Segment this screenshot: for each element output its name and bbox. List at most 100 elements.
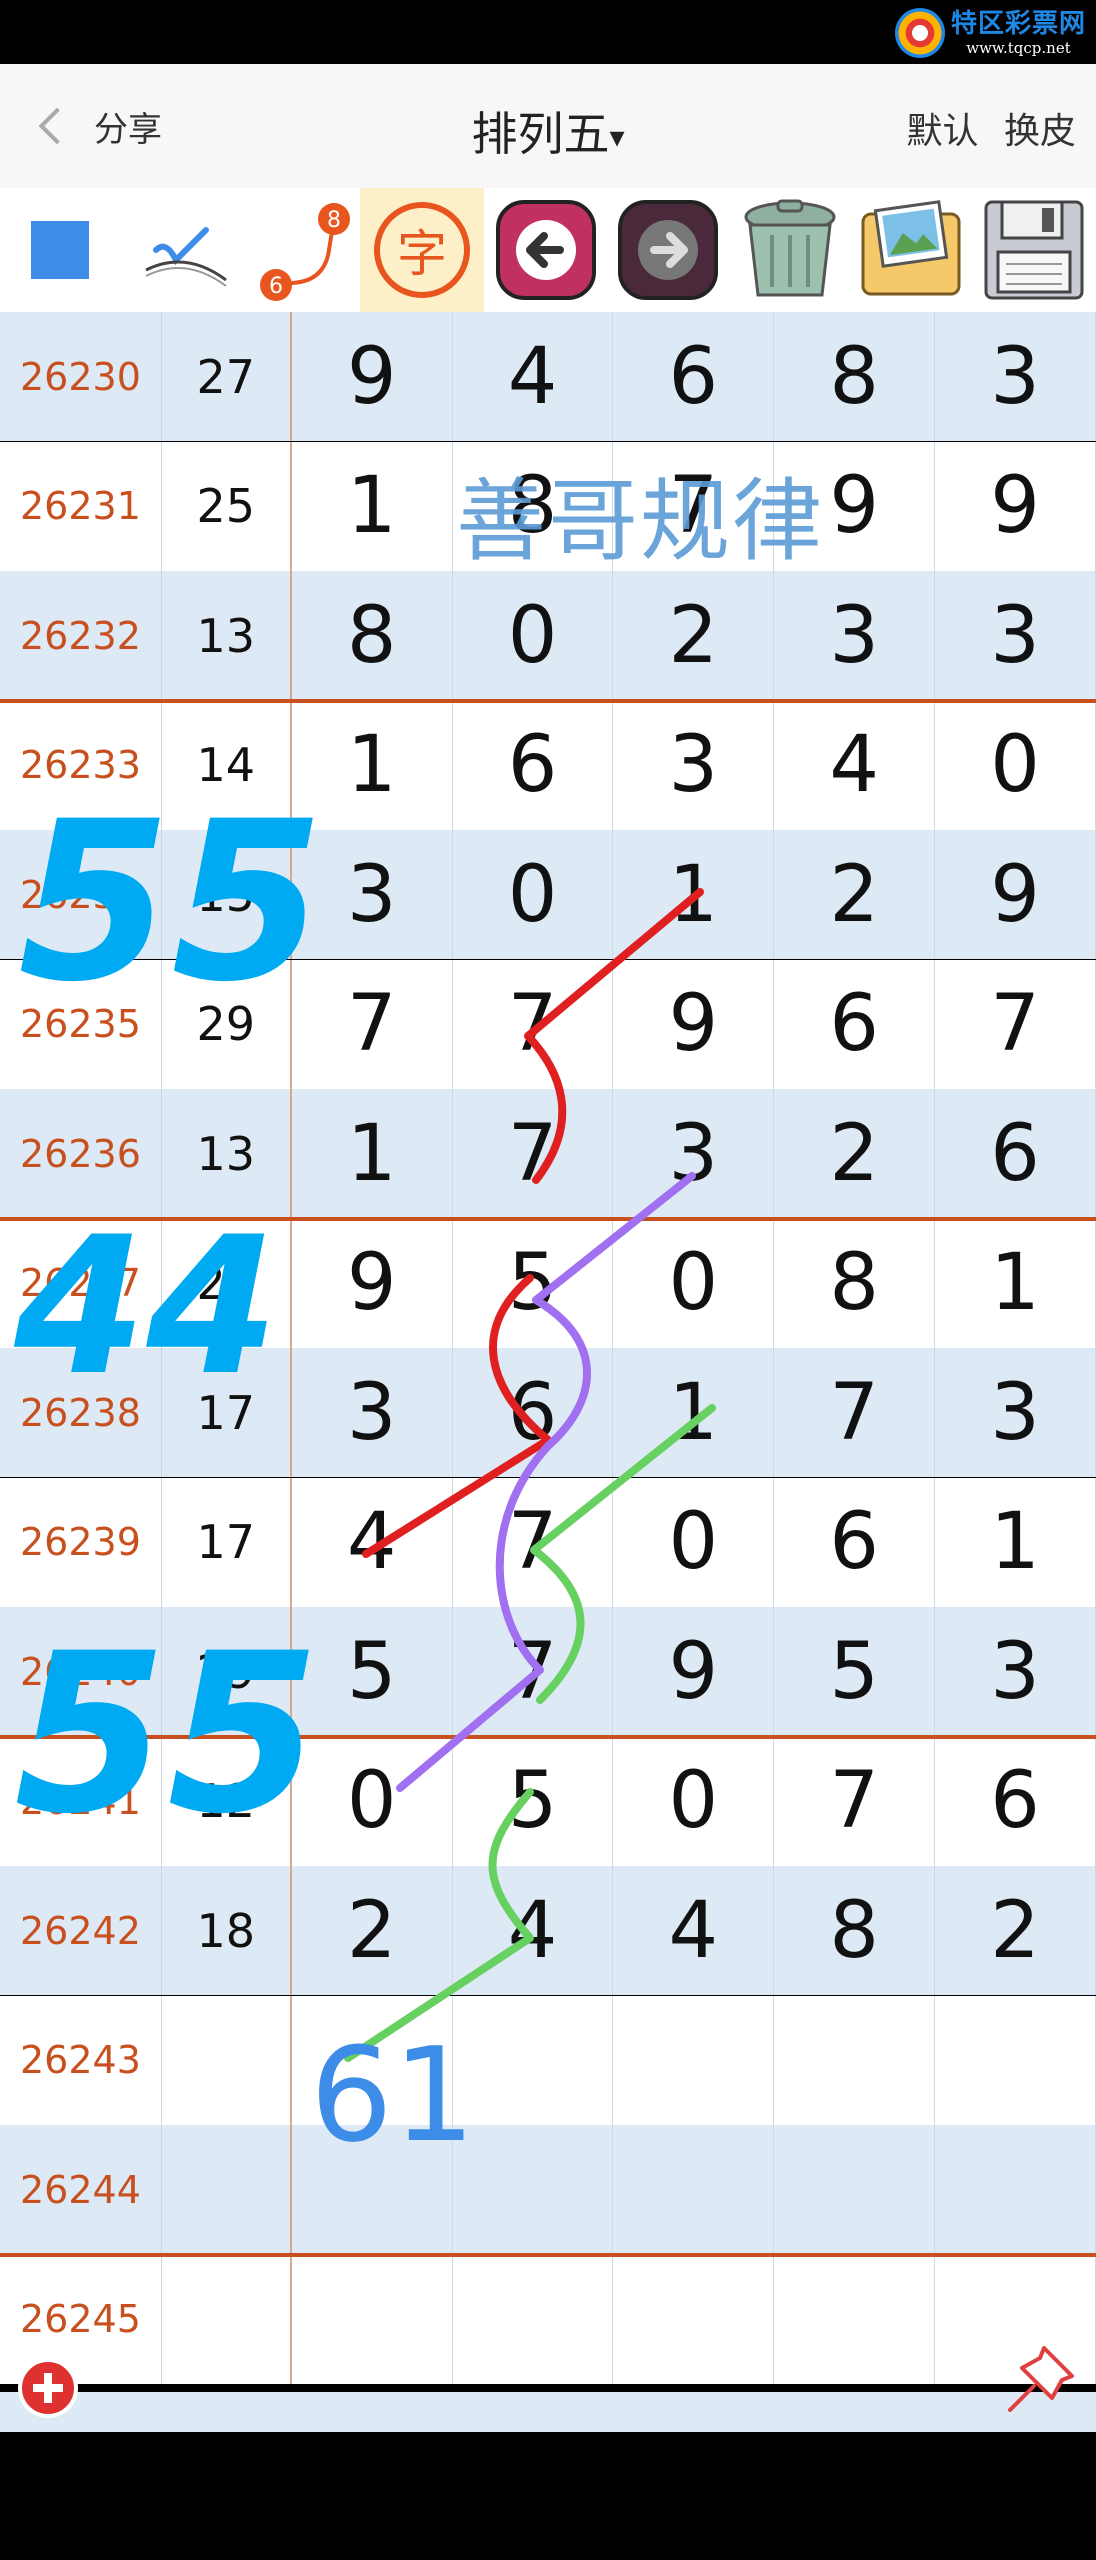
default-button[interactable]: 默认 [907,111,979,152]
digit-cell[interactable]: 1 [292,441,453,571]
digit-cell[interactable]: 2 [613,571,775,700]
album-button[interactable] [850,188,972,312]
digit-cell[interactable]: 3 [774,571,936,700]
digit-cell[interactable]: 7 [774,1736,936,1866]
save-button[interactable] [972,188,1096,312]
digit-cell[interactable]: 0 [613,1477,775,1607]
digit-cell[interactable]: 2 [774,830,936,959]
digit-cell[interactable]: 0 [613,1218,775,1348]
digit-cell[interactable] [613,1995,775,2125]
digit-cell[interactable]: 4 [453,1866,614,1995]
digit-cell[interactable]: 2 [935,1866,1096,1995]
table-row[interactable]: 26235 29 7 7 9 6 7 [0,959,1096,1089]
table-row[interactable]: 26231 25 1 8 7 9 9 [0,441,1096,571]
digit-cell[interactable] [292,1995,453,2125]
digit-cell[interactable]: 5 [292,1607,453,1736]
table-row[interactable]: 26243 [0,1995,1096,2125]
digit-cell[interactable] [453,1995,614,2125]
digit-cell[interactable]: 1 [935,1218,1096,1348]
change-skin-button[interactable]: 换皮 [1004,111,1076,152]
digit-cell[interactable]: 2 [292,1866,453,1995]
digit-cell[interactable]: 3 [935,312,1096,441]
digit-cell[interactable]: 9 [613,959,775,1089]
digit-cell[interactable] [453,2254,614,2384]
digit-cell[interactable]: 1 [613,830,775,959]
digit-cell[interactable]: 6 [774,1477,936,1607]
digit-cell[interactable] [613,2125,775,2254]
table-row[interactable]: 26245 [0,2254,1096,2384]
digit-cell[interactable]: 8 [292,571,453,700]
digit-cell[interactable]: 7 [453,1477,614,1607]
digit-cell[interactable]: 9 [292,312,453,441]
clear-button[interactable] [730,188,850,312]
digit-cell[interactable]: 3 [613,1089,775,1218]
digit-cell[interactable] [292,2254,453,2384]
digit-cell[interactable]: 7 [453,1607,614,1736]
digit-cell[interactable] [935,1995,1096,2125]
digit-cell[interactable]: 0 [292,1736,453,1866]
digit-cell[interactable]: 7 [613,441,775,571]
digit-cell[interactable]: 7 [453,959,614,1089]
digit-cell[interactable]: 8 [774,1218,936,1348]
digit-cell[interactable]: 6 [935,1089,1096,1218]
digit-cell[interactable]: 9 [292,1218,453,1348]
table-row[interactable]: 26238 17 3 6 1 7 3 [0,1348,1096,1477]
digit-cell[interactable]: 1 [292,1089,453,1218]
table-row[interactable]: 26242 18 2 4 4 8 2 [0,1866,1096,1995]
pin-icon[interactable] [1000,2340,1080,2420]
digit-cell[interactable]: 3 [935,1348,1096,1477]
digit-cell[interactable] [453,2125,614,2254]
digit-cell[interactable]: 6 [774,959,936,1089]
digit-cell[interactable]: 6 [935,1736,1096,1866]
digit-cell[interactable]: 3 [292,1348,453,1477]
digit-cell[interactable]: 1 [613,1348,775,1477]
digit-cell[interactable]: 7 [292,959,453,1089]
digit-cell[interactable]: 3 [292,830,453,959]
digit-cell[interactable]: 0 [935,700,1096,830]
table-row[interactable]: 26244 [0,2125,1096,2254]
digit-cell[interactable]: 0 [453,830,614,959]
digit-cell[interactable] [774,1995,936,2125]
digit-cell[interactable]: 8 [774,312,936,441]
digit-cell[interactable] [774,2125,936,2254]
digit-cell[interactable]: 0 [453,571,614,700]
color-square-tool[interactable] [0,188,120,312]
add-button[interactable] [18,2358,78,2418]
digit-cell[interactable]: 4 [774,700,936,830]
digit-cell[interactable]: 4 [613,1866,775,1995]
digit-cell[interactable]: 3 [935,571,1096,700]
digit-cell[interactable]: 6 [453,1348,614,1477]
digit-cell[interactable]: 3 [613,700,775,830]
digit-cell[interactable]: 7 [453,1089,614,1218]
digit-cell[interactable]: 3 [935,1607,1096,1736]
digit-cell[interactable]: 9 [935,441,1096,571]
digit-cell[interactable]: 1 [292,700,453,830]
digit-cell[interactable]: 9 [613,1607,775,1736]
table-row[interactable]: 26239 17 4 7 0 6 1 [0,1477,1096,1607]
table-row[interactable]: 26232 13 8 0 2 3 3 [0,571,1096,700]
draw-grid[interactable]: 26230 27 9 4 6 8 3 26231 25 1 8 7 9 9 26232 13 8 0 2 3 3 2623… [0,312,1096,2392]
digit-cell[interactable]: 2 [774,1089,936,1218]
table-row[interactable]: 26236 13 1 7 3 2 6 [0,1089,1096,1218]
text-tool[interactable]: 字 [360,188,484,312]
digit-cell[interactable]: 5 [774,1607,936,1736]
connect-tool[interactable]: 8 6 [250,188,358,312]
redo-button[interactable] [608,188,728,312]
digit-cell[interactable]: 8 [453,441,614,571]
table-row[interactable]: 26230 27 9 4 6 8 3 [0,312,1096,441]
digit-cell[interactable]: 8 [774,1866,936,1995]
digit-cell[interactable]: 9 [935,830,1096,959]
digit-cell[interactable]: 6 [613,312,775,441]
digit-cell[interactable] [774,2254,936,2384]
table-row[interactable]: 26234 15 3 0 1 2 9 [0,830,1096,959]
digit-cell[interactable]: 9 [774,441,936,571]
table-row[interactable]: 26237 22 9 5 0 8 1 [0,1218,1096,1348]
pen-tool[interactable] [124,188,248,312]
digit-cell[interactable] [935,2125,1096,2254]
digit-cell[interactable]: 5 [453,1736,614,1866]
digit-cell[interactable] [613,2254,775,2384]
undo-button[interactable] [486,188,606,312]
digit-cell[interactable]: 6 [453,700,614,830]
digit-cell[interactable]: 4 [292,1477,453,1607]
table-row[interactable]: 26233 14 1 6 3 4 0 [0,700,1096,830]
